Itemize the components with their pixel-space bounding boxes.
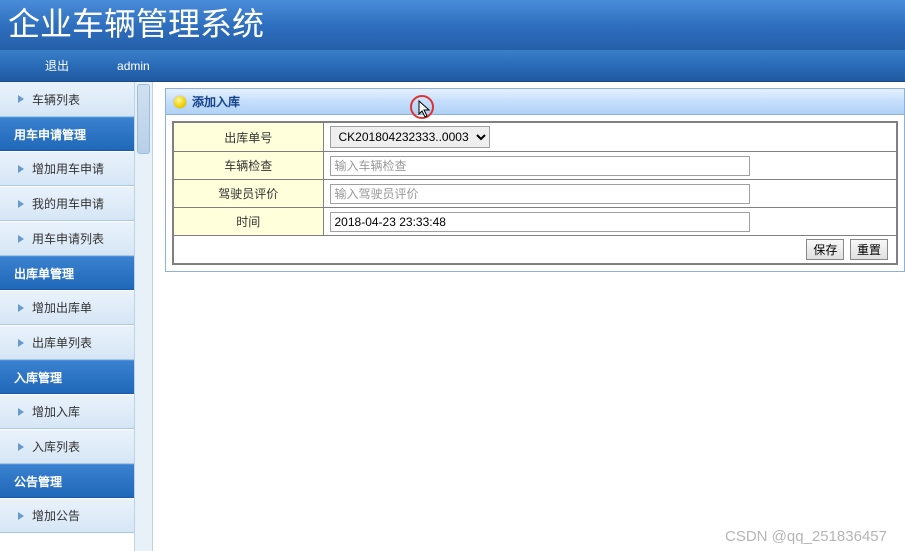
nav-group-outbound[interactable]: 出库单管理 [0,256,134,290]
form-table: 出库单号 CK201804232333..00038 车辆检查 [172,121,898,265]
table-row: 出库单号 CK201804232333..00038 [173,122,897,152]
app-header: 企业车辆管理系统 [0,0,905,50]
content-area: 添加入库 出库单号 CK201804232333..00038 车辆检查 [153,82,905,551]
arrow-right-icon [18,95,24,103]
form-panel: 添加入库 出库单号 CK201804232333..00038 车辆检查 [165,88,905,272]
logout-link[interactable]: 退出 [45,57,69,74]
arrow-right-icon [18,165,24,173]
sidebar-item-label: 我的用车申请 [32,195,104,212]
sidebar-header-label: 出库单管理 [14,265,74,282]
label-outbound-no: 出库单号 [173,122,323,152]
arrow-right-icon [18,512,24,520]
nav-add-inbound[interactable]: 增加入库 [0,394,134,429]
outbound-no-select[interactable]: CK201804232333..00038 [330,126,490,148]
arrow-right-icon [18,339,24,347]
sidebar-item-label: 用车申请列表 [32,230,104,247]
nav-vehicle-list[interactable]: 车辆列表 [0,82,134,117]
nav-outbound-list[interactable]: 出库单列表 [0,325,134,360]
panel-title: 添加入库 [192,93,240,110]
nav-add-outbound[interactable]: 增加出库单 [0,290,134,325]
sidebar-item-label: 车辆列表 [32,91,80,108]
sidebar-scrollbar[interactable] [135,82,153,551]
app-title: 企业车辆管理系统 [8,6,264,42]
nav-add-vehicle-apply[interactable]: 增加用车申请 [0,151,134,186]
save-button[interactable]: 保存 [806,239,844,260]
arrow-right-icon [18,235,24,243]
label-vehicle-check: 车辆检查 [173,152,323,180]
arrow-right-icon [18,200,24,208]
sidebar-header-label: 公告管理 [14,473,62,490]
reset-button[interactable]: 重置 [850,239,888,260]
nav-group-vehicle-apply[interactable]: 用车申请管理 [0,117,134,151]
arrow-right-icon [18,443,24,451]
label-time: 时间 [173,208,323,236]
current-user[interactable]: admin [117,59,150,73]
arrow-right-icon [18,408,24,416]
lightbulb-icon [174,96,186,108]
driver-review-input[interactable] [330,184,750,204]
nav-add-notice[interactable]: 增加公告 [0,498,134,533]
nav-group-notice[interactable]: 公告管理 [0,464,134,498]
nav-inbound-list[interactable]: 入库列表 [0,429,134,464]
sidebar-item-label: 出库单列表 [32,334,92,351]
sidebar-item-label: 增加出库单 [32,299,92,316]
vehicle-check-input[interactable] [330,156,750,176]
sidebar-item-label: 增加入库 [32,403,80,420]
table-row: 驾驶员评价 [173,180,897,208]
table-row: 时间 [173,208,897,236]
scrollbar-thumb[interactable] [137,84,150,154]
nav-group-inbound[interactable]: 入库管理 [0,360,134,394]
time-input[interactable] [330,212,750,232]
panel-header: 添加入库 [166,89,904,115]
label-driver-review: 驾驶员评价 [173,180,323,208]
sidebar-item-label: 增加公告 [32,507,80,524]
nav-my-vehicle-apply[interactable]: 我的用车申请 [0,186,134,221]
sidebar-item-label: 入库列表 [32,438,80,455]
table-row: 保存 重置 [173,236,897,265]
sidebar-header-label: 入库管理 [14,369,62,386]
nav-vehicle-apply-list[interactable]: 用车申请列表 [0,221,134,256]
sidebar-item-label: 增加用车申请 [32,160,104,177]
sidebar-header-label: 用车申请管理 [14,126,86,143]
arrow-right-icon [18,304,24,312]
sidebar: 车辆列表 用车申请管理 增加用车申请 我的用车申请 用车申请列表 出库单管理 增… [0,82,135,551]
table-row: 车辆检查 [173,152,897,180]
topbar: 退出 admin [0,50,905,82]
